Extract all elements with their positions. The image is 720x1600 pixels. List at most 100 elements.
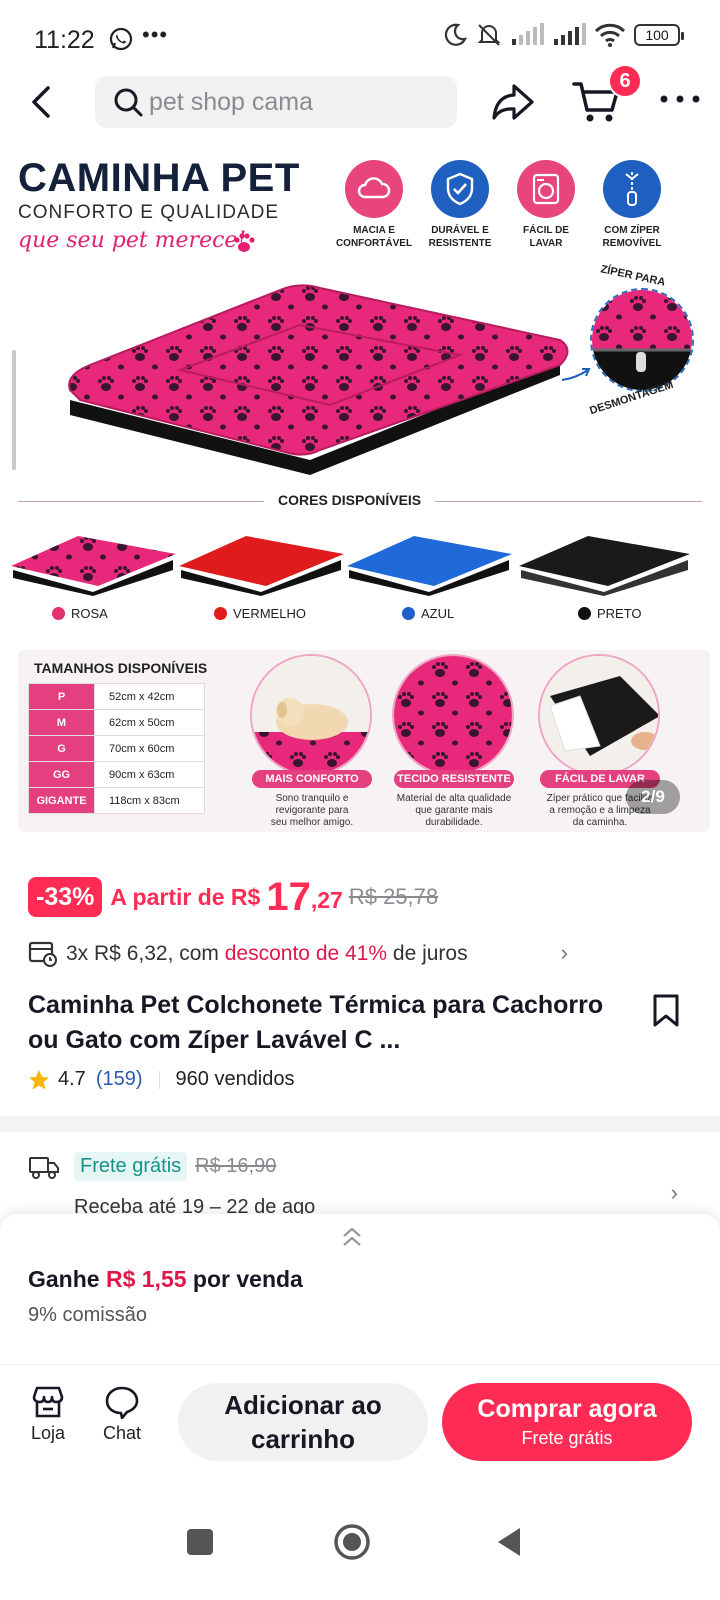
more-notifications-icon: ••• — [142, 22, 169, 47]
feature-label-1: FÁCIL DE — [523, 225, 569, 236]
desc-line: seu melhor amigo. — [270, 817, 354, 828]
size-dims: 62cm x 50cm — [94, 709, 205, 736]
desc-line: Sono tranquilo e — [275, 793, 349, 804]
feature-soft: MACIA E CONFORTÁVEL — [332, 160, 416, 250]
recent-apps-button[interactable] — [178, 1520, 222, 1564]
color-option-azul: AZUL — [402, 606, 454, 621]
desc-line: da caminha. — [572, 817, 628, 828]
bottom-action-bar: Loja Chat Adicionar ao carrinho Comprar … — [0, 1364, 720, 1474]
calendar-clock-icon — [28, 941, 57, 967]
chat-icon — [105, 1386, 139, 1419]
commission-sheet[interactable]: Ganhe R$ 1,55 por venda 9% comissão — [0, 1214, 720, 1364]
chevron-right-icon: › — [560, 940, 568, 965]
expand-up-icon[interactable] — [340, 1224, 364, 1250]
price-from-label: A partir de R$ — [110, 883, 261, 910]
size-dims: 118cm x 83cm — [94, 787, 205, 814]
feature-label-2: CONFORTÁVEL — [335, 238, 413, 249]
sizes-title: TAMANHOS DISPONÍVEIS — [34, 660, 208, 676]
feature-zipper: COM ZÍPER REMOVÍVEL — [590, 160, 674, 250]
feature-label-1: COM ZÍPER — [604, 225, 660, 236]
star-icon — [29, 1069, 49, 1089]
wash-image — [538, 654, 660, 776]
original-price: R$ 25,78 — [348, 884, 439, 909]
rating-value: 4.7 — [58, 1068, 86, 1090]
whatsapp-icon — [109, 27, 133, 51]
store-button[interactable]: Loja — [18, 1385, 78, 1444]
search-input[interactable] — [149, 87, 429, 117]
more-options-icon[interactable] — [658, 84, 702, 114]
search-icon — [114, 88, 143, 117]
feature-label-2: REMOVÍVEL — [602, 238, 662, 249]
comfort-image — [250, 654, 372, 776]
feature-label-2: LAVAR — [529, 238, 563, 249]
size-table: P 52cm x 42cm M 62cm x 50cm G 70cm x 60cm G… — [28, 683, 205, 814]
size-label: G — [28, 735, 95, 762]
color-dot — [578, 607, 591, 620]
chat-button[interactable]: Chat — [92, 1385, 152, 1444]
paw-icon — [234, 233, 255, 252]
search-bar[interactable] — [95, 76, 457, 128]
installments-row[interactable]: 3x R$ 6,32, com desconto de 41% de juros… — [28, 936, 698, 972]
add-to-cart-button[interactable]: Adicionar ao carrinho — [178, 1383, 428, 1461]
share-icon[interactable] — [490, 80, 536, 124]
top-bar: 6 — [0, 64, 720, 134]
product-title: Caminha Pet Colchonete Térmica para Cach… — [28, 991, 604, 1054]
rating-row: 4.7 (159) 960 vendidos — [28, 1068, 295, 1091]
gallery-scroll-indicator — [12, 350, 16, 470]
product-image-gallery[interactable]: CAMINHA PET CONFORTO E QUALIDADE que seu… — [0, 140, 720, 862]
desc-line: Material de alta qualidade — [396, 793, 512, 804]
size-label: P — [28, 683, 95, 710]
color-dot — [402, 607, 415, 620]
size-dims: 52cm x 42cm — [94, 683, 205, 710]
cart-count-badge: 6 — [608, 64, 642, 98]
installments-discount: desconto de 41% — [224, 942, 388, 965]
store-label: Loja — [30, 1423, 66, 1443]
size-row: G 70cm x 60cm — [28, 735, 205, 762]
gain-amount: R$ 1,55 — [105, 1266, 187, 1292]
sold-count: 960 vendidos — [175, 1068, 295, 1090]
bookmark-icon[interactable] — [652, 994, 680, 1028]
back-arrow-icon — [32, 86, 50, 118]
gallery-title: CAMINHA PET — [18, 156, 300, 200]
buy-now-label: Comprar agora — [477, 1395, 657, 1423]
color-name: ROSA — [71, 606, 108, 621]
highlight-description: Sono tranquilo e revigorante para seu melh… — [247, 793, 377, 829]
system-navigation-bar — [0, 1480, 720, 1600]
size-dims: 90cm x 63cm — [94, 761, 205, 788]
divider — [158, 1070, 160, 1089]
commission-rate: 9% comissão — [28, 1304, 147, 1326]
highlight-label: TECIDO RESISTENTE — [394, 770, 514, 788]
feature-label-2: RESISTENTE — [428, 238, 492, 249]
home-button[interactable] — [330, 1520, 374, 1564]
back-nav-button[interactable] — [488, 1520, 532, 1564]
feature-label-1: DURÁVEL E — [431, 225, 489, 236]
shipping-row[interactable]: Frete grátis R$ 16,90 › — [28, 1152, 698, 1205]
commission-gain: Ganhe R$ 1,55 por venda — [28, 1266, 303, 1293]
back-button[interactable] — [20, 80, 64, 124]
buy-now-sublabel: Frete grátis — [521, 1428, 613, 1448]
size-label: GIGANTE — [28, 787, 95, 814]
desc-line: revigorante para — [275, 805, 349, 816]
buy-now-button[interactable]: Comprar agora Frete grátis — [442, 1383, 692, 1461]
color-name: VERMELHO — [233, 606, 306, 621]
store-icon — [32, 1386, 64, 1418]
color-name: AZUL — [421, 606, 455, 621]
colors-title: CORES DISPONÍVEIS — [264, 492, 436, 508]
discount-badge: -33% — [28, 877, 103, 917]
highlight-description: Material de alta qualidade que garante ma… — [389, 793, 519, 829]
gain-prefix: Ganhe — [28, 1266, 100, 1292]
bed-azul-image — [347, 536, 512, 596]
size-row: GG 90cm x 63cm — [28, 761, 205, 788]
wifi-icon — [594, 23, 626, 47]
truck-icon — [29, 1156, 59, 1179]
reviews-link[interactable]: (159) — [96, 1068, 143, 1091]
bed-vermelho-image — [179, 536, 344, 596]
size-row: M 62cm x 50cm — [28, 709, 205, 736]
highlight-label: MAIS CONFORTO — [252, 770, 372, 788]
color-name: PRETO — [597, 606, 642, 621]
gain-suffix: por venda — [192, 1266, 303, 1292]
moon-icon — [444, 23, 467, 46]
color-dot — [214, 607, 227, 620]
gallery-page-indicator: 2/9 — [626, 780, 680, 814]
color-option-preto: PRETO — [578, 606, 642, 621]
